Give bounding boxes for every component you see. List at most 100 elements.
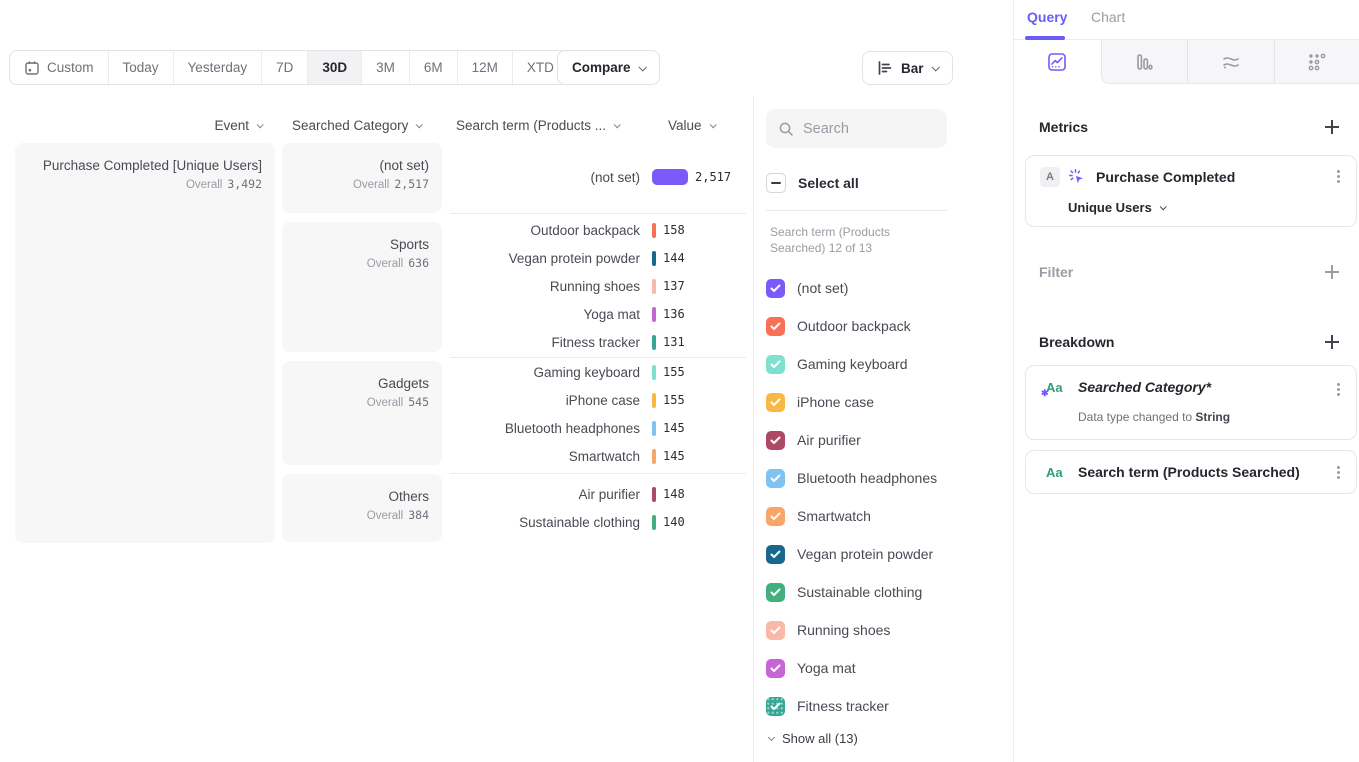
show-all-toggle[interactable]: Show all (13): [769, 731, 858, 746]
date-range-30d[interactable]: 30D: [308, 51, 362, 84]
tab-insights[interactable]: [1014, 40, 1101, 84]
column-header-category[interactable]: Searched Category: [292, 114, 421, 136]
tab-flows[interactable]: [1187, 40, 1274, 84]
metrics-heading: Metrics: [1039, 119, 1088, 135]
breakdown-options-kebab-icon[interactable]: [1337, 471, 1340, 474]
table-row[interactable]: Air purifier 148: [450, 480, 746, 508]
tab-query[interactable]: Query: [1027, 9, 1067, 25]
date-range-3m[interactable]: 3M: [362, 51, 410, 84]
legend-item[interactable]: Bluetooth headphones: [766, 464, 937, 492]
query-sidebar: Query Chart: [1013, 0, 1359, 762]
search-placeholder: Search: [803, 121, 849, 137]
indeterminate-icon: [771, 182, 781, 184]
legend-item[interactable]: Vegan protein powder: [766, 540, 933, 568]
legend-item[interactable]: iPhone case: [766, 388, 874, 416]
table-row[interactable]: Sustainable clothing 140: [450, 508, 746, 536]
date-range-picker: Custom Today Yesterday 7D 30D 3M 6M 12M …: [9, 50, 581, 85]
chevron-down-icon: [931, 63, 939, 71]
checkbox[interactable]: [766, 697, 785, 716]
breakdown-card-searched-category[interactable]: Aa✱ Searched Category* Data type changed…: [1025, 365, 1357, 440]
chevron-down-icon: [1159, 203, 1166, 210]
tab-chart[interactable]: Chart: [1091, 9, 1125, 25]
legend-item[interactable]: Running shoes: [766, 616, 890, 644]
category-cell-sports[interactable]: Sports Overall636: [282, 222, 442, 352]
metric-options-kebab-icon[interactable]: [1337, 175, 1340, 178]
add-filter-button[interactable]: [1324, 264, 1340, 280]
category-cell-gadgets[interactable]: Gadgets Overall545: [282, 361, 442, 465]
select-all-checkbox[interactable]: [766, 173, 786, 193]
checkbox[interactable]: [766, 621, 785, 640]
table-row[interactable]: Outdoor backpack 158: [450, 216, 746, 244]
breakdown-options-kebab-icon[interactable]: [1337, 388, 1340, 391]
check-icon: [770, 360, 781, 369]
event-cell[interactable]: Purchase Completed [Unique Users] Overal…: [15, 143, 275, 543]
select-all[interactable]: Select all: [766, 173, 859, 193]
checkbox[interactable]: [766, 507, 785, 526]
legend-item[interactable]: Gaming keyboard: [766, 350, 908, 378]
chevron-down-icon: [709, 121, 716, 128]
search-input[interactable]: Search: [766, 109, 947, 148]
table-row[interactable]: Gaming keyboard 155: [450, 358, 746, 386]
column-header-term[interactable]: Search term (Products ...: [456, 114, 619, 136]
checkbox[interactable]: [766, 393, 785, 412]
add-metric-button[interactable]: [1324, 119, 1340, 135]
table-row[interactable]: Bluetooth headphones 145: [450, 414, 746, 442]
category-cell-others[interactable]: Others Overall384: [282, 474, 442, 542]
breakdown-name: Search term (Products Searched): [1078, 464, 1300, 480]
legend-item[interactable]: (not set): [766, 274, 848, 302]
active-tab-indicator: [1025, 36, 1065, 40]
checkbox[interactable]: [766, 431, 785, 450]
chevron-down-icon: [416, 121, 423, 128]
table-row[interactable]: (not set) 2,517: [450, 163, 746, 191]
date-range-6m[interactable]: 6M: [410, 51, 458, 84]
modified-asterisk-icon: ✱: [1041, 388, 1049, 399]
insights-report: Custom Today Yesterday 7D 30D 3M 6M 12M …: [0, 0, 1359, 762]
chart-view-dropdown[interactable]: Bar: [862, 51, 953, 85]
legend-item[interactable]: Sustainable clothing: [766, 578, 922, 606]
column-header-value[interactable]: Value: [668, 114, 715, 136]
calendar-icon: [24, 60, 40, 76]
legend-item[interactable]: Smartwatch: [766, 502, 871, 530]
category-cell-not-set[interactable]: (not set) Overall2,517: [282, 143, 442, 213]
checkbox[interactable]: [766, 469, 785, 488]
add-breakdown-button[interactable]: [1324, 334, 1340, 350]
table-row[interactable]: Yoga mat 136: [450, 300, 746, 328]
table-row[interactable]: Smartwatch 145: [450, 442, 746, 470]
metric-card[interactable]: A Purchase Completed Unique Users: [1025, 155, 1357, 227]
checkbox[interactable]: [766, 355, 785, 374]
check-icon: [770, 664, 781, 673]
legend-item[interactable]: Fitness tracker: [766, 692, 889, 720]
date-range-7d[interactable]: 7D: [262, 51, 308, 84]
sidebar-tabbar: Query Chart: [1014, 0, 1359, 40]
measurement-dropdown[interactable]: Unique Users: [1068, 200, 1165, 215]
checkbox[interactable]: [766, 279, 785, 298]
table-row[interactable]: Vegan protein powder 144: [450, 244, 746, 272]
legend-item[interactable]: Outdoor backpack: [766, 312, 911, 340]
chevron-down-icon: [768, 734, 775, 741]
filter-heading: Filter: [1039, 264, 1073, 280]
table-row[interactable]: iPhone case 155: [450, 386, 746, 414]
checkbox[interactable]: [766, 317, 785, 336]
legend-item[interactable]: Air purifier: [766, 426, 861, 454]
checkbox[interactable]: [766, 545, 785, 564]
check-icon: [770, 626, 781, 635]
legend-panel: Search Select all Search term (Products …: [753, 96, 1013, 762]
tab-funnels[interactable]: [1101, 40, 1188, 84]
date-range-yesterday[interactable]: Yesterday: [174, 51, 263, 84]
table-row[interactable]: Fitness tracker 131: [450, 328, 746, 356]
bar-chart-icon: [877, 60, 893, 76]
breakdown-card-search-term[interactable]: Aa Search term (Products Searched): [1025, 450, 1357, 494]
compare-button[interactable]: Compare: [557, 50, 660, 85]
tab-retention[interactable]: [1274, 40, 1359, 84]
column-header-event[interactable]: Event: [15, 114, 262, 136]
checkbox[interactable]: [766, 583, 785, 602]
date-range-custom[interactable]: Custom: [10, 51, 109, 84]
check-icon: [770, 588, 781, 597]
checkbox[interactable]: [766, 659, 785, 678]
date-range-today[interactable]: Today: [109, 51, 174, 84]
table-row[interactable]: Running shoes 137: [450, 272, 746, 300]
date-range-12m[interactable]: 12M: [458, 51, 513, 84]
legend-item[interactable]: Yoga mat: [766, 654, 856, 682]
value-bar: [652, 223, 656, 238]
series-badge: A: [1040, 167, 1060, 187]
